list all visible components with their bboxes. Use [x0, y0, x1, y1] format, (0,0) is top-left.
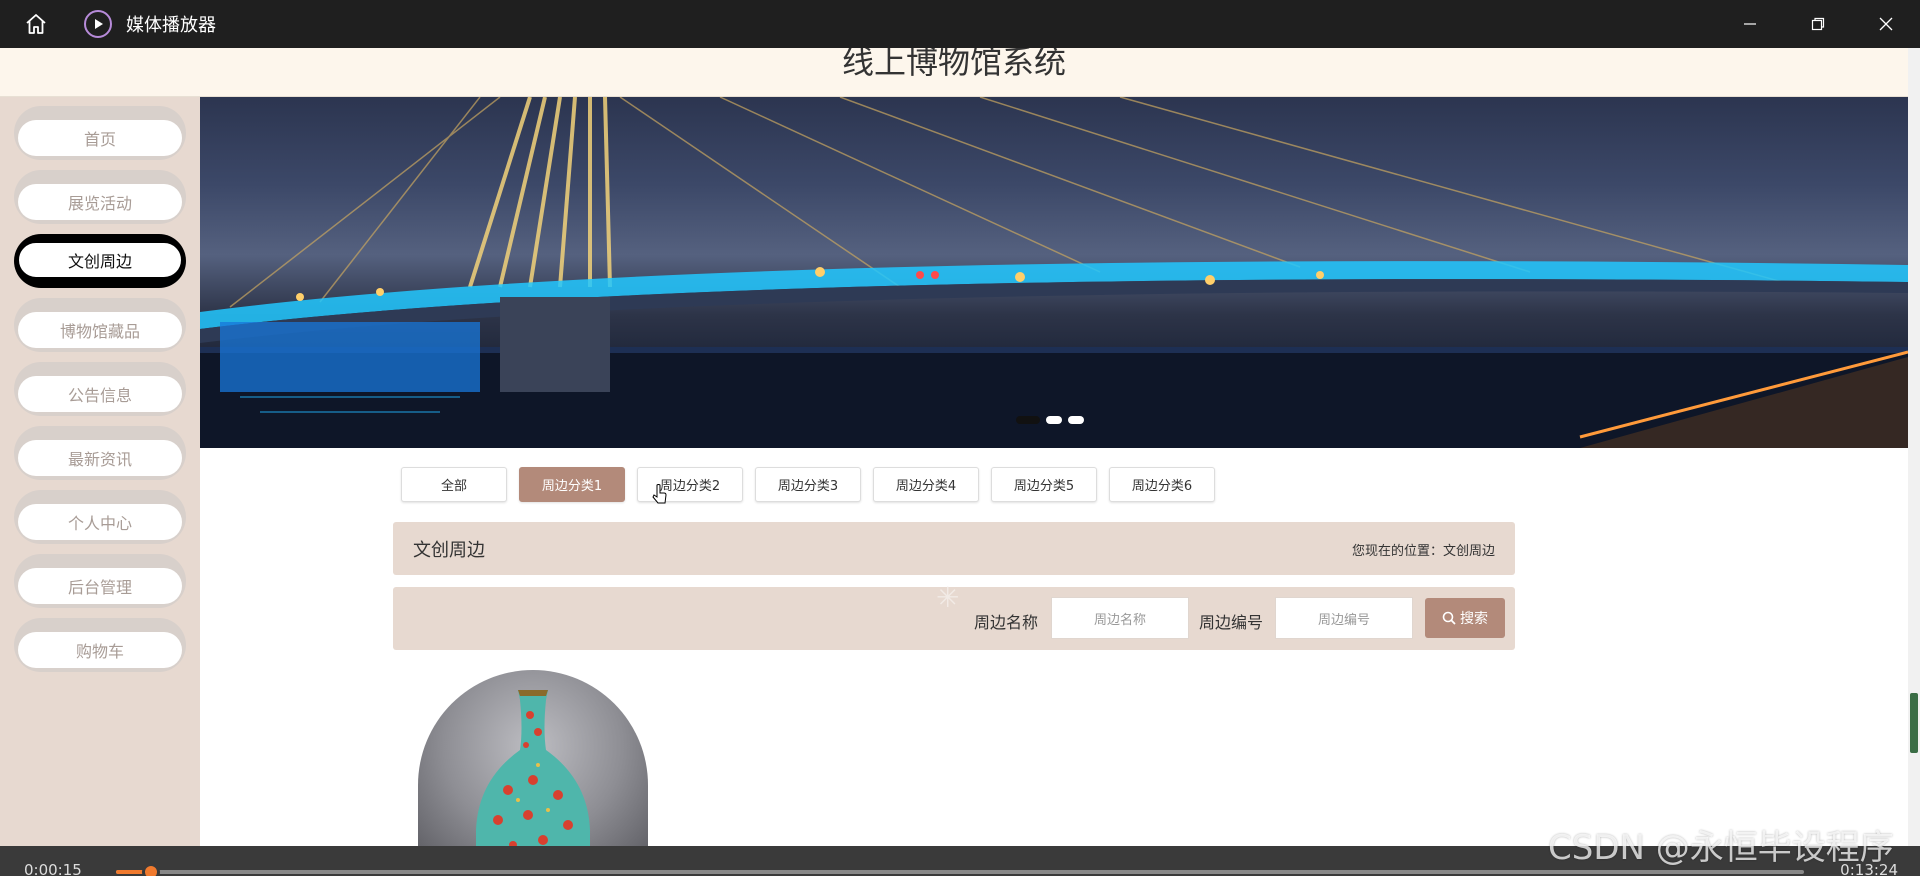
tab-category-4[interactable]: 周边分类4 [873, 467, 979, 502]
product-image[interactable] [418, 670, 648, 860]
sidebar-item-home[interactable]: 首页 [14, 106, 186, 160]
app-title: 媒体播放器 [126, 15, 216, 36]
sidebar-item-announcements[interactable]: 公告信息 [14, 362, 186, 416]
search-icon [1442, 611, 1456, 625]
site-header: 线上博物馆系统 [0, 43, 1908, 97]
play-circle-icon [84, 10, 112, 38]
tab-category-3[interactable]: 周边分类3 [755, 467, 861, 502]
sidebar-item-profile[interactable]: 个人中心 [14, 490, 186, 544]
sidebar-item-label: 首页 [18, 120, 182, 156]
sidebar-item-label: 文创周边 [18, 242, 182, 278]
mouse-cursor-icon [652, 484, 668, 510]
carousel-dot[interactable] [1046, 416, 1062, 424]
site-title: 线上博物馆系统 [841, 43, 1066, 81]
search-button[interactable]: 搜索 [1425, 598, 1505, 638]
sidebar-item-label: 博物馆藏品 [18, 312, 182, 348]
window-titlebar: 媒体播放器 [0, 0, 1920, 48]
sidebar-item-cultural-products[interactable]: 文创周边 [14, 234, 186, 288]
breadcrumb: 您现在的位置： 文创周边 [1352, 540, 1495, 559]
section-header: 文创周边 您现在的位置： 文创周边 [393, 522, 1515, 575]
sidebar-nav: 首页 展览活动 文创周边 博物馆藏品 公告信息 最新资讯 个人中心 后台管理 购… [0, 97, 200, 846]
search-button-label: 搜索 [1460, 611, 1488, 627]
carousel-dot[interactable] [1016, 416, 1040, 424]
code-search-input[interactable]: 周边编号 [1275, 597, 1413, 639]
tab-all[interactable]: 全部 [401, 467, 507, 502]
progress-slider[interactable] [116, 863, 1804, 876]
sidebar-item-label: 最新资讯 [18, 440, 182, 476]
sidebar-item-admin[interactable]: 后台管理 [14, 554, 186, 608]
sidebar-item-label: 展览活动 [18, 184, 182, 220]
minimize-icon[interactable] [1716, 0, 1784, 48]
close-icon[interactable] [1852, 0, 1920, 48]
sidebar-item-exhibitions[interactable]: 展览活动 [14, 170, 186, 224]
progress-handle[interactable] [142, 863, 161, 876]
sidebar-item-label: 购物车 [18, 632, 182, 668]
page-scrollbar[interactable] [1908, 48, 1920, 846]
home-icon[interactable] [12, 0, 60, 48]
loading-spinner-icon: ✳ [936, 581, 960, 614]
breadcrumb-current[interactable]: 文创周边 [1443, 540, 1495, 559]
watermark: CSDN @永恒毕设程序 [1548, 828, 1894, 868]
tab-category-6[interactable]: 周边分类6 [1109, 467, 1215, 502]
vase-image [476, 690, 590, 860]
tab-category-5[interactable]: 周边分类5 [991, 467, 1097, 502]
carousel-dot[interactable] [1068, 416, 1084, 424]
sidebar-item-label: 个人中心 [18, 504, 182, 540]
window-controls [1716, 0, 1920, 48]
sidebar-item-label: 公告信息 [18, 376, 182, 412]
search-panel: ✳ 周边名称 周边名称 周边编号 周边编号 搜索 [393, 581, 1515, 650]
sidebar-item-label: 后台管理 [18, 568, 182, 604]
category-tabs: 全部 周边分类1 周边分类2 周边分类3 周边分类4 周边分类5 周边分类6 [401, 467, 1215, 502]
sidebar-item-collections[interactable]: 博物馆藏品 [14, 298, 186, 352]
name-search-input[interactable]: 周边名称 [1051, 597, 1189, 639]
scrollbar-thumb[interactable] [1910, 693, 1918, 753]
breadcrumb-label: 您现在的位置： [1351, 544, 1443, 559]
code-label: 周边编号 [1199, 613, 1264, 632]
tab-category-1[interactable]: 周边分类1 [519, 467, 625, 502]
sidebar-item-cart[interactable]: 购物车 [14, 618, 186, 672]
carousel-dots [1016, 416, 1084, 424]
current-time: 0:00:15 [24, 861, 82, 876]
restore-icon[interactable] [1784, 0, 1852, 48]
section-title: 文创周边 [413, 540, 485, 561]
name-label: 周边名称 [974, 613, 1039, 632]
banner-image [200, 97, 1908, 448]
banner-carousel[interactable] [200, 97, 1908, 448]
sidebar-item-news[interactable]: 最新资讯 [14, 426, 186, 480]
